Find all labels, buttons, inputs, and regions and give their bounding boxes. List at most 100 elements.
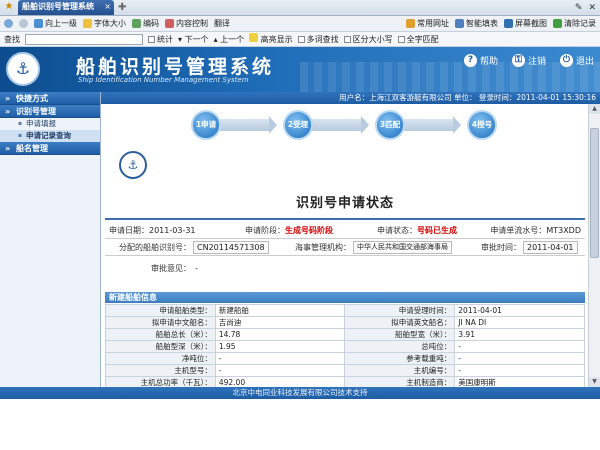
back-arrow-icon	[4, 19, 13, 28]
table-row: 拟申请中文船名： 吉尚迪 拟申请英文船名： JI NA DI	[105, 316, 585, 329]
field-value: -	[214, 364, 346, 377]
field-value: JI NA DI	[454, 316, 585, 329]
next-button[interactable]: ▾ 下一个	[178, 34, 209, 45]
maritime-seal-icon: ⚓	[119, 151, 147, 179]
field-value: -	[454, 364, 585, 377]
step-1: 1申请	[191, 110, 221, 140]
find-label: 查找	[4, 34, 20, 44]
find-input[interactable]	[25, 33, 143, 45]
field-label: 申请船舶类型：	[105, 304, 216, 317]
field-value: 1.95	[214, 340, 346, 353]
case-checkbox[interactable]: 区分大小写	[343, 34, 393, 45]
table-row: 净吨位： - 参考载重吨： -	[105, 352, 585, 365]
close-tab-icon[interactable]: ×	[104, 0, 111, 14]
content-control-button[interactable]: 内容控制	[165, 18, 208, 29]
field-value: 2011-04-01	[454, 304, 585, 317]
table-row: 申请船舶类型： 新建船舶 申请受理时间： 2011-04-01	[105, 304, 585, 317]
smart-fill-icon	[455, 19, 464, 28]
table-row: 船舶总长（米）： 14.78 船舶型宽（米）： 3.91	[105, 328, 585, 341]
field-value: 吉尚迪	[214, 316, 346, 329]
sites-icon	[406, 19, 415, 28]
forward-button[interactable]	[19, 19, 28, 28]
field-value: -	[454, 352, 585, 365]
step-3: 3匹配	[375, 110, 405, 140]
font-size-button[interactable]: 字体大小	[83, 18, 126, 29]
new-tab-icon[interactable]: ✚	[118, 1, 132, 15]
find-bar: 查找 统计 ▾ 下一个 ▴ 上一个 高亮显示 多词查找 区分大小写 全字匹配	[0, 32, 600, 47]
close-icon[interactable]: ✕	[588, 3, 596, 13]
up-level-button[interactable]: 向上一级	[34, 18, 77, 29]
field-label: 拟申请中文船名：	[105, 316, 216, 329]
tools-icon[interactable]: ✎	[575, 3, 583, 13]
translate-button[interactable]: 翻译	[214, 18, 230, 29]
scroll-thumb[interactable]	[590, 128, 599, 258]
content-area: 1申请 2受理 3匹配 4授号 ⚓ 识别号申请状态 申请日期：2011-03-3…	[105, 106, 585, 387]
stats-checkbox[interactable]: 统计	[148, 34, 173, 45]
page-footer: 北京中电同业科技发展有限公司技术支持	[0, 387, 600, 399]
field-value: -	[214, 352, 346, 365]
field-value: 新建船舶	[214, 304, 346, 317]
sidebar-item-apply-records[interactable]: 申请记录查询	[0, 130, 100, 142]
sidebar-section-ship-name[interactable]: 船名管理	[0, 142, 100, 155]
field-label: 参考载重吨：	[344, 352, 456, 365]
field-label: 拟申请英文船名：	[344, 316, 456, 329]
highlight-button[interactable]: 高亮显示	[249, 33, 293, 45]
logout-link[interactable]: ⚿ 注销	[511, 54, 546, 67]
prev-button[interactable]: ▴ 上一个	[214, 34, 245, 45]
progress-steps: 1申请 2受理 3匹配 4授号	[105, 106, 585, 144]
ship-detail-table: 申请船舶类型： 新建船舶 申请受理时间： 2011-04-01 拟申请中文船名： 吉尚迪拟…	[105, 304, 585, 387]
step-4: 4授号	[467, 110, 497, 140]
browser-tabbar: ★ 船舶识别号管理系统 × ✚ ✎ ✕	[0, 0, 600, 16]
sidebar-section-id-management[interactable]: 识别号管理	[0, 105, 100, 118]
table-row: 主机型号： - 主机编号： -	[105, 364, 585, 377]
smart-fill-button[interactable]: 智能填表	[455, 18, 498, 29]
field-value: 14.78	[214, 328, 346, 341]
review-time-value: 2011-04-01	[521, 240, 583, 254]
field-label: 船舶型深（米）：	[105, 340, 216, 353]
step-arrow	[217, 116, 277, 134]
org-value: 中华人民共和国交通部海事局	[351, 240, 481, 254]
encoding-icon	[132, 19, 141, 28]
exit-link[interactable]: ⏻ 退出	[559, 54, 594, 67]
browser-blank-area	[0, 399, 600, 450]
scroll-down-icon[interactable]: ▼	[589, 377, 600, 387]
status-info: 申请日期：2011-03-31 申请阶段：生成号码阶段 申请状态：号码已生成 申…	[105, 222, 585, 280]
apply-stage-field: 申请阶段：生成号码阶段	[245, 225, 333, 235]
field-label: 主机制造商：	[344, 376, 456, 387]
sidebar: 快捷方式 识别号管理 申请填报 申请记录查询 船名管理	[0, 92, 101, 387]
screenshot-button[interactable]: 屏幕截图	[504, 18, 547, 29]
screenshot-icon	[504, 19, 513, 28]
field-label: 净吨位：	[105, 352, 216, 365]
clear-icon	[553, 19, 562, 28]
field-label: 主机型号：	[105, 364, 216, 377]
scroll-up-icon[interactable]: ▲	[589, 104, 600, 114]
apply-date-field: 申请日期：2011-03-31	[109, 225, 196, 235]
field-label: 主机总功率（千瓦）：	[105, 376, 216, 387]
status-row-3: 审批意见： -	[151, 263, 198, 273]
section-new-ship-info: 新建船舶信息	[105, 292, 585, 303]
table-row: 船舶型深（米）： 1.95 总吨位： -	[105, 340, 585, 353]
vertical-scrollbar[interactable]: ▲ ▼	[588, 104, 600, 387]
field-value: 492.00	[214, 376, 346, 387]
multi-find-checkbox[interactable]: 多词查找	[297, 34, 339, 45]
sidebar-item-apply[interactable]: 申请填报	[0, 118, 100, 130]
favorites-star-icon[interactable]: ★	[2, 0, 16, 14]
clear-record-button[interactable]: 清除记录	[553, 18, 596, 29]
field-value: 美国康明斯	[454, 376, 585, 387]
whole-word-checkbox[interactable]: 全字匹配	[397, 34, 439, 45]
highlight-icon	[249, 33, 259, 42]
opinion-value: -	[195, 263, 198, 273]
browser-tab[interactable]: 船舶识别号管理系统 ×	[18, 0, 114, 15]
browser-tab-title: 船舶识别号管理系统	[22, 2, 94, 11]
sidebar-section-shortcuts[interactable]: 快捷方式	[0, 92, 100, 105]
forward-arrow-icon	[19, 19, 28, 28]
lock-icon: ⚿	[511, 54, 525, 67]
help-icon: ?	[463, 54, 477, 67]
page-title: 识别号申请状态	[295, 196, 394, 211]
back-button[interactable]	[4, 19, 13, 28]
encoding-button[interactable]: 编码	[132, 18, 159, 29]
field-value: 3.91	[454, 328, 585, 341]
help-link[interactable]: ? 帮助	[463, 54, 498, 67]
common-sites-button[interactable]: 常用网址	[406, 18, 449, 29]
app-header: ⚓ 船舶识别号管理系统 Ship Identification Number M…	[0, 47, 600, 92]
